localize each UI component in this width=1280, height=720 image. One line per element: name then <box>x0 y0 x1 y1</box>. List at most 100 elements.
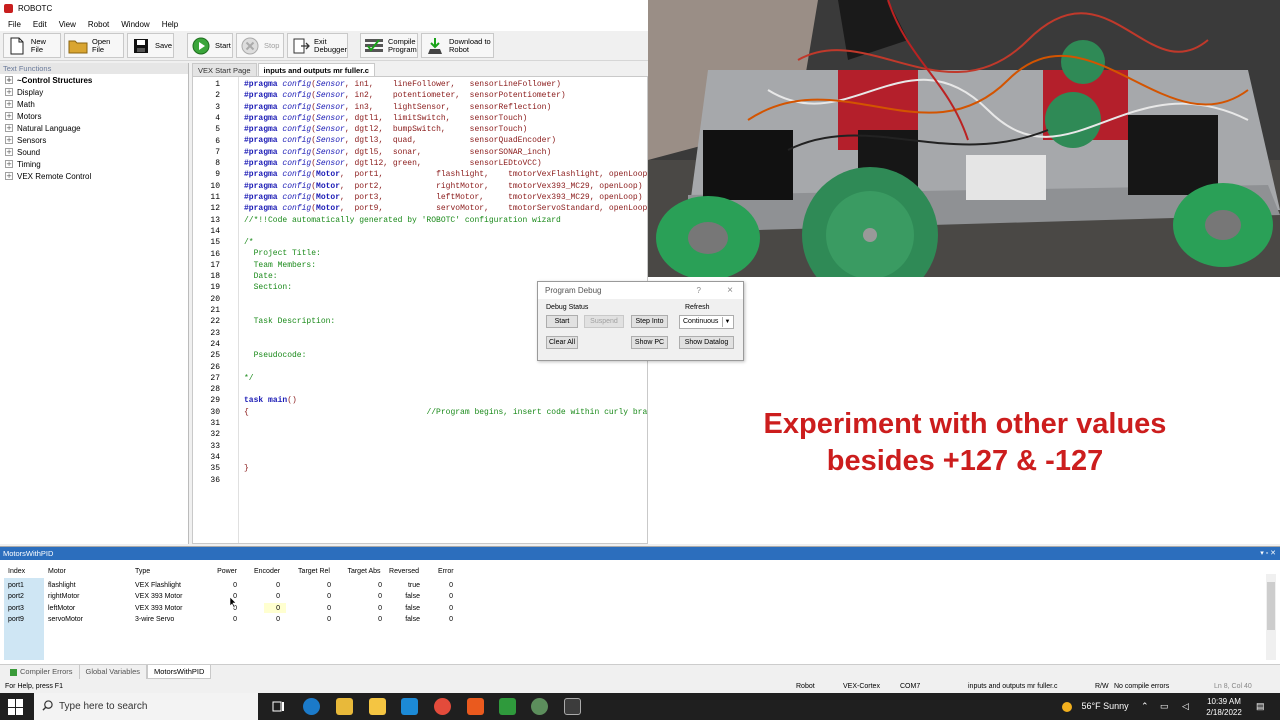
app-green-icon[interactable] <box>499 698 516 715</box>
column-header[interactable]: Power <box>217 566 237 577</box>
tree-item[interactable]: + Display <box>0 86 188 98</box>
windows-start-icon[interactable] <box>8 699 24 715</box>
menu-robot[interactable]: Robot <box>88 20 109 29</box>
chrome-icon[interactable] <box>434 698 451 715</box>
code-line[interactable]: #pragma config(Motor, port1, flashlight,… <box>244 169 647 180</box>
column-header[interactable]: Type <box>135 566 215 577</box>
column-header[interactable]: Error <box>438 566 454 577</box>
code-line[interactable]: #pragma config(Sensor, dgtl12, green, se… <box>244 158 647 169</box>
tree-item[interactable]: + ~Control Structures <box>0 74 188 86</box>
column-header[interactable]: Index <box>8 566 44 577</box>
clock[interactable]: 10:39 AM 2/18/2022 <box>1203 693 1245 720</box>
code-line[interactable] <box>244 474 647 485</box>
camera-app-icon[interactable] <box>531 698 548 715</box>
compile-program-button[interactable]: Compile Program <box>360 33 418 58</box>
code-line[interactable]: { //Program begins, insert code within c… <box>244 407 647 418</box>
menu-file[interactable]: File <box>8 20 21 29</box>
tree-item[interactable]: + Sound <box>0 146 188 158</box>
taskbar-search-box[interactable]: Type here to search <box>34 693 258 720</box>
expand-icon[interactable]: + <box>5 124 13 132</box>
tree-item[interactable]: + VEX Remote Control <box>0 170 188 182</box>
column-header[interactable]: Motor <box>48 566 128 577</box>
task-view-icon[interactable] <box>270 698 287 715</box>
expand-icon[interactable]: + <box>5 112 13 120</box>
debug-suspend-button[interactable]: Suspend <box>584 315 624 328</box>
expand-icon[interactable]: + <box>5 172 13 180</box>
code-line[interactable]: #pragma config(Sensor, dgtl1, limitSwitc… <box>244 113 647 124</box>
menu-help[interactable]: Help <box>162 20 178 29</box>
show-datalog-button[interactable]: Show Datalog <box>679 336 734 349</box>
column-header[interactable]: Target Abs <box>346 566 382 577</box>
code-line[interactable]: #pragma config(Sensor, dgtl3, quad, sens… <box>244 135 647 146</box>
code-line[interactable]: #pragma config(Sensor, dgtl5, sonar, sen… <box>244 147 647 158</box>
code-line[interactable]: //*!!Code automatically generated by 'RO… <box>244 215 647 226</box>
refresh-select[interactable]: Continuous ▼ <box>679 315 734 329</box>
save-button[interactable]: Save <box>127 33 174 58</box>
menu-window[interactable]: Window <box>121 20 149 29</box>
exit-debugger-button[interactable]: Exit Debugger <box>287 33 348 58</box>
expand-icon[interactable]: + <box>5 100 13 108</box>
vertical-scrollbar[interactable] <box>1266 574 1276 660</box>
volume-icon[interactable]: ◁ <box>1182 693 1189 720</box>
tab-compiler-errors[interactable]: Compiler Errors <box>4 665 80 679</box>
tree-item[interactable]: + Motors <box>0 110 188 122</box>
expand-icon[interactable]: + <box>5 160 13 168</box>
column-header[interactable]: Reversed <box>388 566 420 577</box>
tab-motors-with-pid[interactable]: MotorsWithPID <box>147 665 212 679</box>
edge-browser-icon[interactable] <box>303 698 320 715</box>
chevron-up-icon[interactable]: ⌃ <box>1141 693 1149 720</box>
debug-start-button[interactable]: Start <box>546 315 578 328</box>
code-line[interactable]: Project Title: <box>244 248 647 259</box>
code-line[interactable]: Team Members: <box>244 260 647 271</box>
scrollbar-thumb[interactable] <box>1267 582 1275 630</box>
robotc-taskbar-icon[interactable] <box>564 698 581 715</box>
expand-icon[interactable]: + <box>5 136 13 144</box>
tab-source-file[interactable]: inputs and outputs mr fuller.c <box>257 63 375 76</box>
column-header[interactable]: Encoder <box>254 566 280 577</box>
open-file-button[interactable]: Open File <box>64 33 124 58</box>
code-line[interactable]: } <box>244 463 647 474</box>
step-into-button[interactable]: Step Into <box>631 315 668 328</box>
code-line[interactable]: task main() <box>244 395 647 406</box>
weather-widget[interactable]: 56°F Sunny <box>1062 693 1129 720</box>
start-button[interactable]: Start <box>187 33 233 58</box>
code-line[interactable] <box>244 226 647 237</box>
code-line[interactable] <box>244 361 647 372</box>
show-pc-button[interactable]: Show PC <box>631 336 668 349</box>
expand-icon[interactable]: + <box>5 148 13 156</box>
panel-controls[interactable]: ▾ ▫ ✕ <box>1260 547 1276 560</box>
tree-item[interactable]: + Sensors <box>0 134 188 146</box>
expand-icon[interactable]: + <box>5 88 13 96</box>
clear-all-button[interactable]: Clear All <box>546 336 578 349</box>
tree-item[interactable]: + Timing <box>0 158 188 170</box>
help-icon[interactable]: ? <box>697 282 701 299</box>
code-line[interactable]: #pragma config(Sensor, in3, lightSensor,… <box>244 102 647 113</box>
code-line[interactable] <box>244 418 647 429</box>
tab-global-variables[interactable]: Global Variables <box>80 665 147 679</box>
code-line[interactable]: /* <box>244 237 647 248</box>
file-explorer-icon[interactable] <box>336 698 353 715</box>
notification-icon[interactable]: ▤ <box>1256 693 1265 720</box>
tab-vex-start-page[interactable]: VEX Start Page <box>192 63 257 76</box>
app-orange-icon[interactable] <box>467 698 484 715</box>
network-icon[interactable]: ▭ <box>1160 693 1169 720</box>
expand-icon[interactable]: + <box>5 76 13 84</box>
sticky-notes-icon[interactable] <box>369 698 386 715</box>
code-line[interactable] <box>244 441 647 452</box>
new-file-button[interactable]: New File <box>3 33 61 58</box>
code-line[interactable] <box>244 429 647 440</box>
close-icon[interactable]: × <box>727 282 733 299</box>
stop-button[interactable]: Stop <box>236 33 284 58</box>
code-line[interactable] <box>244 384 647 395</box>
download-to-robot-button[interactable]: Download to Robot <box>421 33 494 58</box>
menu-view[interactable]: View <box>59 20 76 29</box>
code-line[interactable]: #pragma config(Motor, port3, leftMotor, … <box>244 192 647 203</box>
tree-item[interactable]: + Math <box>0 98 188 110</box>
code-line[interactable]: #pragma config(Sensor, in2, potentiomete… <box>244 90 647 101</box>
code-line[interactable]: #pragma config(Sensor, in1, lineFollower… <box>244 79 647 90</box>
app-c-icon[interactable] <box>401 698 418 715</box>
menu-edit[interactable]: Edit <box>33 20 47 29</box>
code-line[interactable]: #pragma config(Sensor, dgtl2, bumpSwitch… <box>244 124 647 135</box>
code-line[interactable]: */ <box>244 373 647 384</box>
code-line[interactable]: #pragma config(Motor, port9, servoMotor,… <box>244 203 647 214</box>
